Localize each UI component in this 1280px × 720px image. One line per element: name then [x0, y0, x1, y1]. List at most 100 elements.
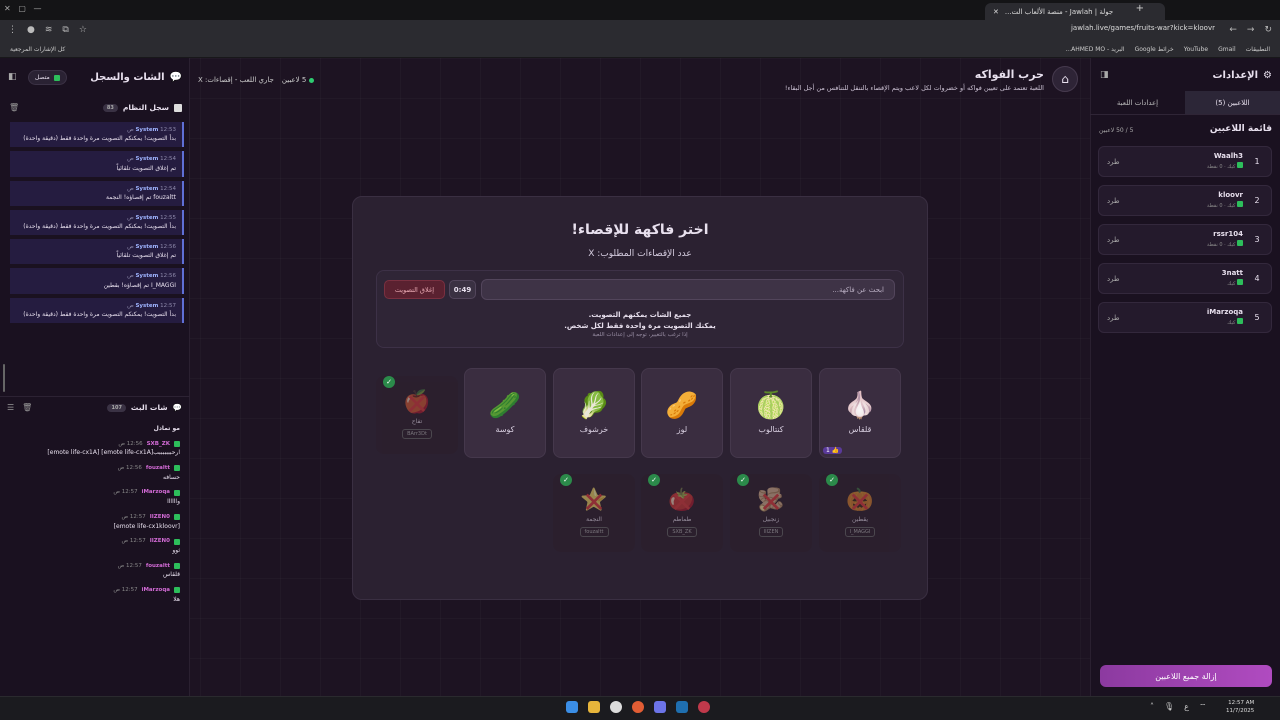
back-icon: ← [1229, 25, 1237, 35]
filter-icon: ☰ [7, 403, 15, 412]
chat-count: 107 [107, 403, 126, 412]
home-button[interactable]: ⌂ [1052, 66, 1078, 92]
stream-chat-icon: 💬 [172, 403, 182, 412]
eliminated-x-icon: ✕ [405, 388, 429, 421]
steam-icon[interactable] [676, 701, 688, 713]
syslog-scrollbar[interactable] [3, 364, 5, 392]
kick-button[interactable]: طرد [1107, 314, 1120, 322]
discord-icon[interactable] [654, 701, 666, 713]
eliminated-by-player: SXB_ZK [667, 526, 697, 537]
chrome-icon[interactable] [632, 701, 644, 713]
bookmark-all[interactable]: كل الإشارات المرجعية [10, 46, 65, 53]
bookmark-youtube[interactable]: YouTube [1184, 46, 1208, 53]
chat-message: iMarzoqa 12:57 ص واااااا [113, 489, 180, 506]
kick-button[interactable]: طرد [1107, 275, 1120, 283]
chat-message: fouzaltt 12:56 ص حسافه [117, 464, 180, 481]
close-vote-button[interactable]: إغلاق التصويت [384, 280, 445, 299]
chat-message: IIZEN0 12:57 ص [emote life-cx1kloovr] [113, 513, 180, 530]
tray-icons[interactable]: ˄ 🎙 ع ⌔ [1150, 702, 1206, 712]
window-controls[interactable]: ✕ ▢ — [4, 4, 42, 13]
eliminations-needed: عدد الإقصاءات المطلوب: X [588, 249, 692, 259]
search-placeholder: ابحث عن فاكهة... [832, 285, 884, 294]
syslog-entry: System 12:55 ص بدأ التصويت! يمكنكم التصوي… [10, 209, 184, 235]
page-subtitle: اللعبة تعتمد على تعيين فواكه أو خضروات ل… [784, 84, 1044, 92]
bookmark-maps[interactable]: خرائط Google [1135, 46, 1174, 53]
chat-icon: 💬 [169, 72, 182, 83]
app-icon[interactable] [698, 701, 710, 713]
players-list: 1 Waalh3 كيك · 0 نقطة طرد 2 kloovr كيك ·… [1090, 146, 1280, 341]
eliminated-x-icon: ✕ [670, 486, 694, 519]
gear-icon: ⚙ [1263, 70, 1272, 81]
kick-button[interactable]: طرد [1107, 197, 1120, 205]
vote-timer: 0:49 [449, 280, 476, 299]
kick-icon [53, 74, 60, 81]
game-status: جاري اللعب - إقصاءات: X [198, 76, 274, 84]
fruit-name: قلقاس [848, 424, 872, 434]
fruit-search-input[interactable]: ابحث عن فاكهة... [481, 279, 895, 300]
fruit-icon: 🥒 [488, 390, 522, 421]
collapse-panel-button[interactable]: ◧ [8, 72, 17, 82]
connection-label: متصل [35, 74, 50, 81]
address-bar[interactable]: jawlah.live/games/fruits-war?kick=kloovr [25, 24, 1225, 38]
chat-message: SXB_ZK 12:56 ص ارحبببببببب[emote life-cx1A… [47, 440, 180, 457]
bookmark-gmail[interactable]: Gmail [1218, 46, 1236, 53]
wifi-icon: ⌔ [1198, 702, 1207, 711]
syslog-count: 83 [102, 103, 118, 112]
bookmark-mail[interactable]: البريد - AHMED MO... [1065, 46, 1124, 53]
new-tab-button[interactable]: + [1136, 3, 1144, 14]
chat-trash-icon: 🗑 [22, 403, 33, 412]
fruit-icon: 🍈 [754, 390, 788, 421]
eliminated-x-icon: ✕ [759, 486, 783, 519]
fruit-name: كنتالوب [758, 424, 784, 434]
tab-close-icon[interactable]: ✕ [993, 8, 999, 16]
fruit-card[interactable]: 🥒 كوسة [464, 368, 546, 458]
eliminated-by-player: I_MAGGI [844, 526, 876, 537]
tab-game-settings[interactable]: إعدادات اللعبة [1090, 91, 1185, 114]
vote-info-line1: جميع الشات يمكنهم التصويت. [588, 311, 692, 319]
bookmark-apps[interactable]: التطبيقات [1246, 46, 1270, 53]
syslog-header: سجل النظام 83 [102, 103, 182, 112]
nav-buttons[interactable]: ← → ↻ [1229, 25, 1272, 35]
kick-button[interactable]: طرد [1107, 236, 1120, 244]
chat-message: iMarzoqa 12:57 ص هلا [113, 586, 180, 603]
chat-message: مو تمادل [153, 425, 180, 432]
share-icon: ⧉ [62, 25, 69, 35]
player-row: 1 Waalh3 كيك · 0 نقطة طرد [1098, 146, 1272, 177]
chat-tools[interactable]: ☰ 🗑 [7, 403, 32, 412]
chat-message: IIZEN0 12:57 ص ثوو [121, 538, 180, 554]
player-row: 4 3natt كيك طرد [1098, 263, 1272, 294]
syslog-entry: System 12:54 ص تم إغلاق التصويت تلقائياً [10, 151, 184, 177]
reload-icon: ↻ [1264, 25, 1272, 35]
collapse-settings-button[interactable]: ◨ [1100, 70, 1109, 80]
fruit-icon: 🧄 [843, 390, 877, 421]
syslog-entry: System 12:57 ص بدأ التصويت! يمكنكم التصوي… [10, 297, 184, 323]
chat-header: 💬 شات البث 107 [107, 403, 182, 412]
vote-heading: اختر فاكهة للإقصاء! [571, 222, 709, 238]
chat-panel-header: 💬 الشات والسجل [90, 72, 182, 83]
syslog-clear-button[interactable]: 🗑 [9, 103, 19, 112]
fruit-card[interactable]: 🥜 لوز [641, 368, 723, 458]
players-list-count: 5 / 50 لاعبين [1099, 127, 1134, 134]
clock[interactable]: 12:57 AM 11/7/2025 [1226, 700, 1254, 715]
browser-actions[interactable]: ⋮ ● ≋ ⧉ ☆ [8, 25, 87, 35]
fruit-card[interactable]: 🧄 قلقاس 1 👍 [819, 368, 901, 458]
chat-panel-title: الشات والسجل [90, 72, 165, 83]
fruit-name: خرشوف [579, 424, 609, 434]
vote-info-line2: يمكنك التصويت مرة واحدة فقط لكل شخص. [564, 321, 716, 330]
players-list-title: قائمة اللاعبين [1209, 124, 1272, 134]
fruit-card[interactable]: 🍈 كنتالوب [730, 368, 812, 458]
syslog-list[interactable]: System 12:53 ص بدأ التصويت! يمكنكم التصوي… [10, 122, 184, 384]
tab-players[interactable]: اللاعبين (5) [1185, 91, 1280, 114]
remove-all-players-button[interactable]: إزالة جميع اللاعبين [1100, 665, 1272, 687]
settings-app-icon[interactable] [610, 701, 622, 713]
kick-button[interactable]: طرد [1107, 158, 1120, 166]
explorer-icon[interactable] [588, 701, 600, 713]
chat-list[interactable]: مو تمادل SXB_ZK 12:56 ص ارحبببببببب[emote … [0, 420, 188, 690]
language-indicator: ع [1184, 702, 1189, 711]
taskbar-apps [566, 701, 710, 713]
vote-count-badge: 1 👍 [823, 447, 843, 454]
eliminated-by-player: BArr3Dt [402, 428, 432, 439]
fruit-icon: 🥜 [665, 390, 699, 421]
start-icon[interactable] [566, 701, 578, 713]
fruit-card[interactable]: 🥬 خرشوف [553, 368, 635, 458]
